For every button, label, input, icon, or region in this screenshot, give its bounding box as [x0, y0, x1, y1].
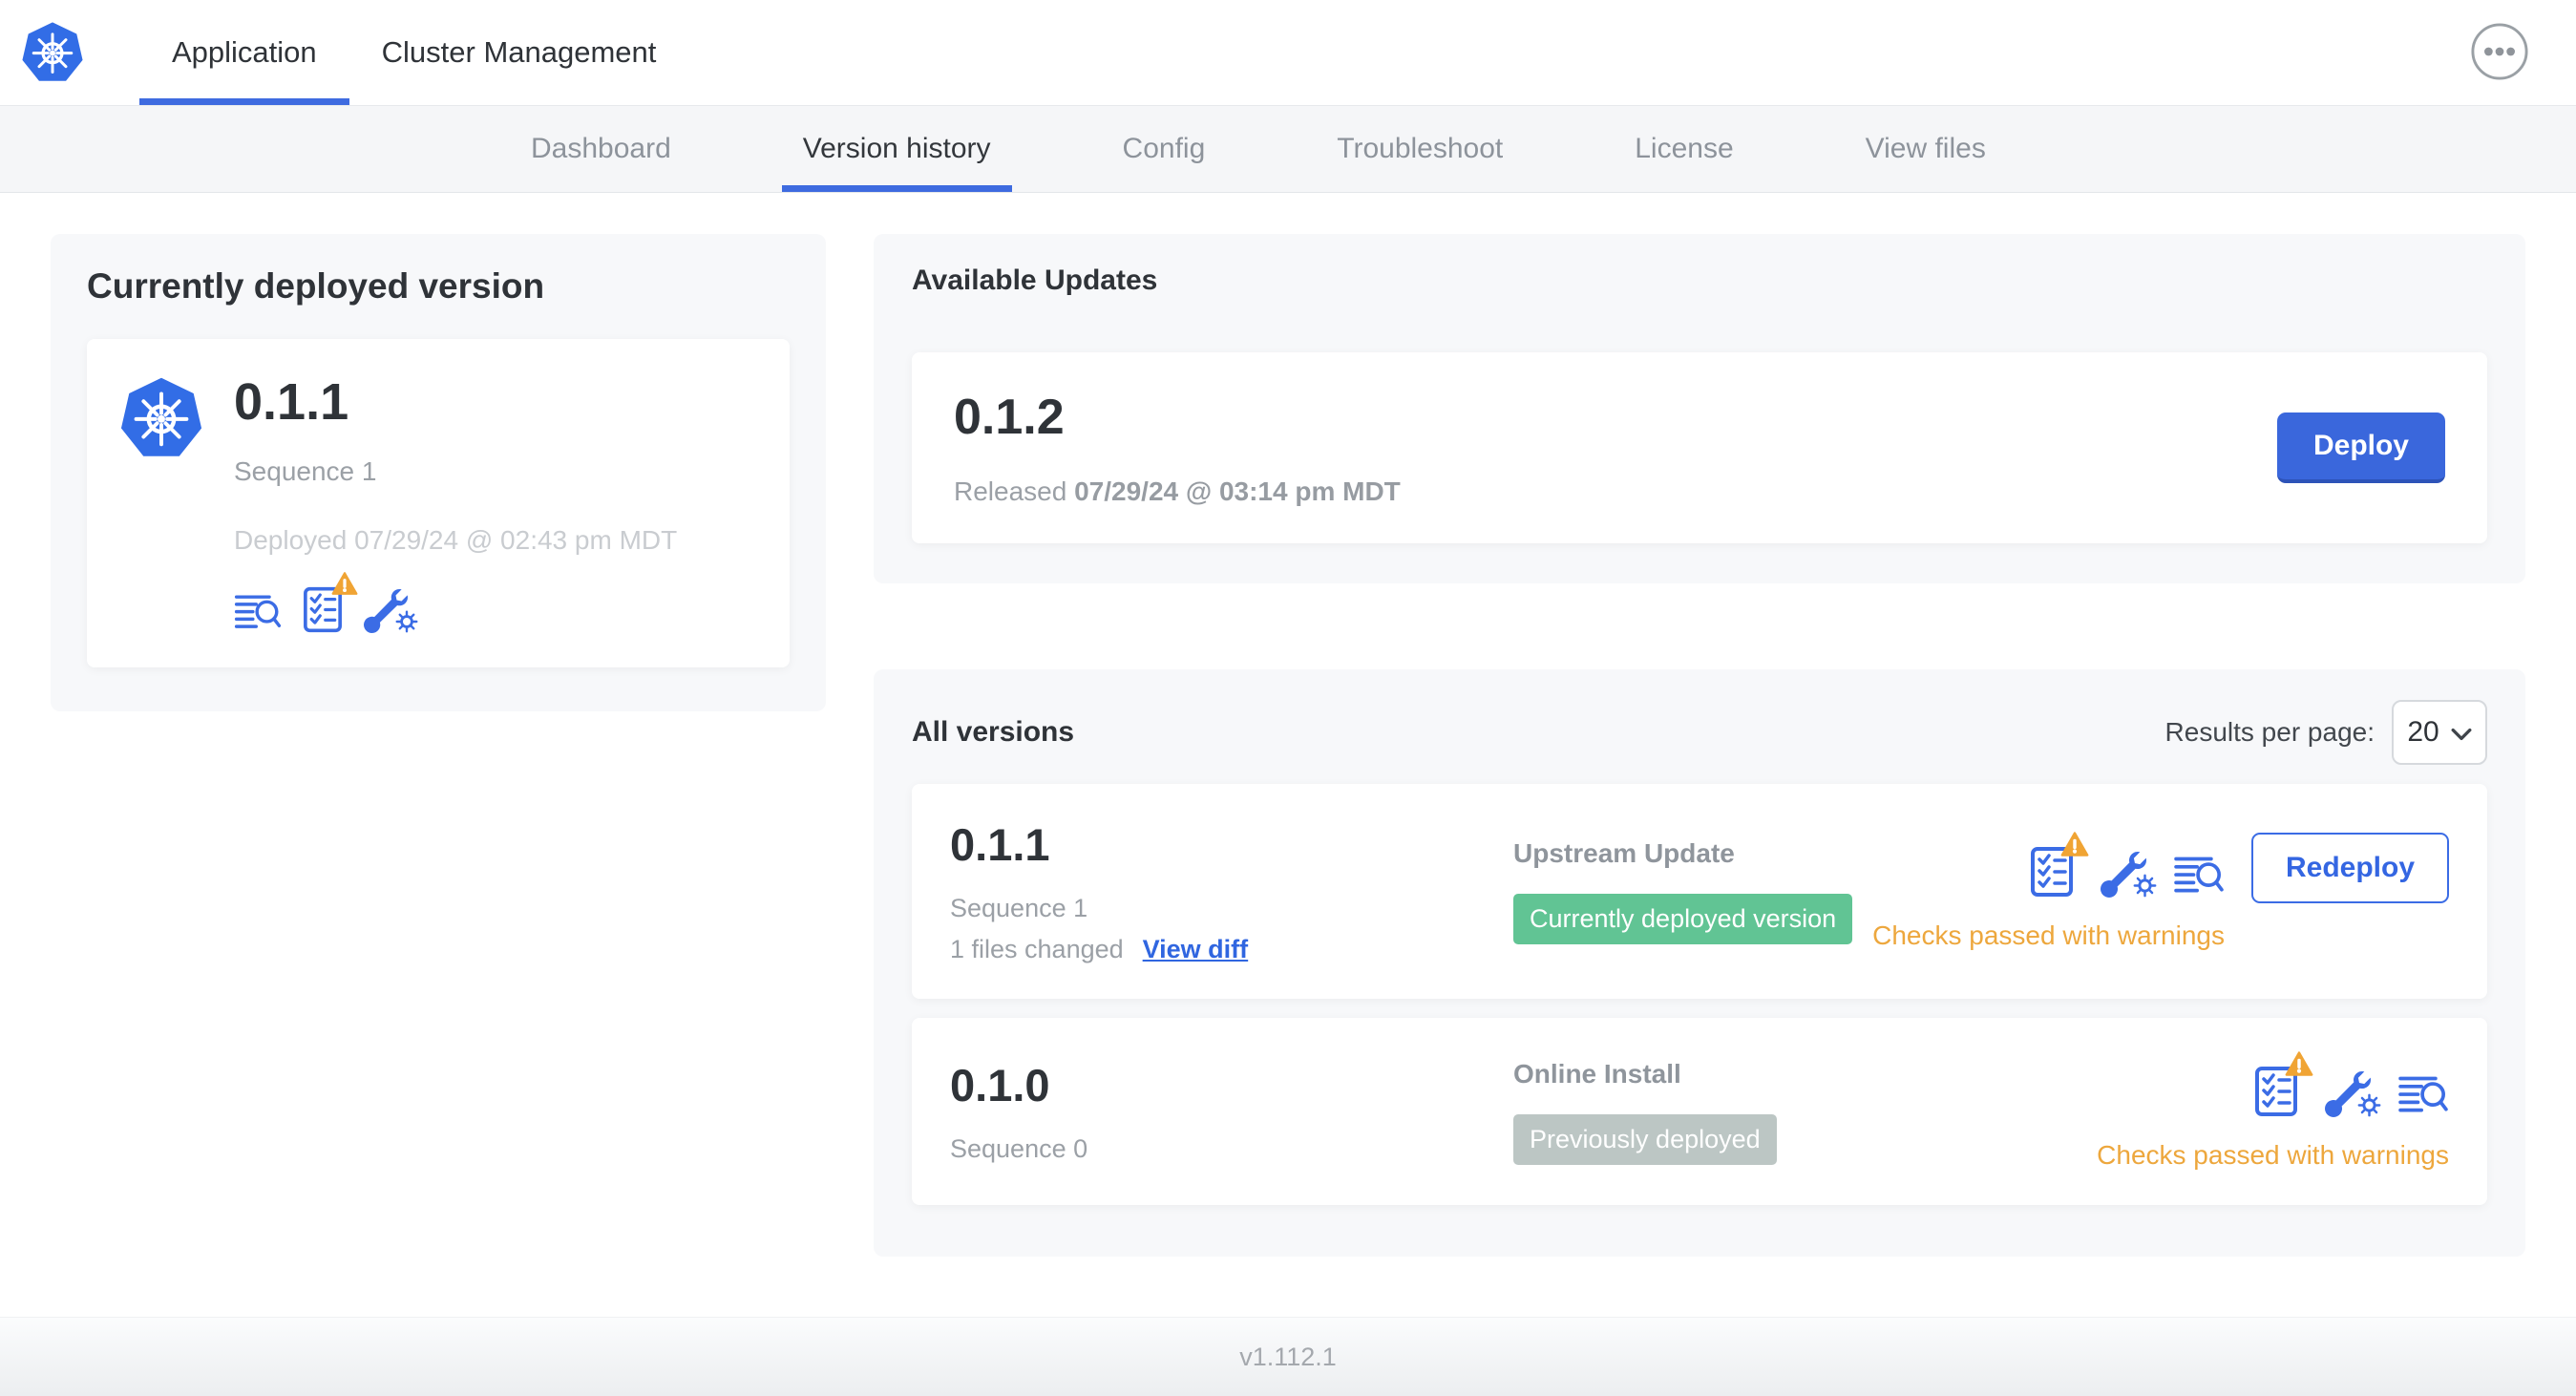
warning-triangle-icon [2285, 1050, 2313, 1082]
config-wrench-icon[interactable] [364, 588, 418, 633]
update-version-number: 0.1.2 [954, 390, 1065, 445]
update-released-timestamp: Released 07/29/24 @ 03:14 pm MDT [954, 476, 1401, 506]
checks-status-link[interactable]: Checks passed with warnings [2097, 1140, 2449, 1171]
version-source: Upstream Update [1513, 838, 1735, 868]
app-footer: v1.112.1 [0, 1317, 2576, 1396]
kubernetes-logo-icon[interactable] [21, 18, 84, 87]
all-versions-panel: All versions Results per page: 20 0.1.1 … [874, 669, 2525, 1257]
available-updates-panel: Available Updates 0.1.2 Released 07/29/2… [874, 234, 2525, 583]
results-per-page-label: Results per page: [2164, 717, 2375, 747]
version-row-left: 0.1.0 Sequence 0 [950, 1059, 1513, 1164]
version-row-actions: Checks passed with warnings [2097, 1051, 2449, 1171]
results-per-page: Results per page: 20 [2165, 700, 2487, 765]
gear-icon [2356, 1092, 2382, 1123]
more-menu-button[interactable] [2469, 22, 2530, 83]
version-row: 0.1.1 Sequence 1 1 files changed View di… [912, 784, 2487, 999]
app-header: Application Cluster Management [0, 0, 2576, 106]
gear-icon [2132, 873, 2158, 903]
update-info: 0.1.2 Released 07/29/24 @ 03:14 pm MDT [954, 389, 1401, 507]
file-search-icon[interactable] [234, 592, 282, 633]
deployed-version-card: 0.1.1 Sequence 1 Deployed 07/29/24 @ 02:… [87, 339, 790, 667]
status-badge: Currently deployed version [1513, 894, 1853, 944]
warning-triangle-icon [2060, 831, 2089, 862]
right-column: Available Updates 0.1.2 Released 07/29/2… [874, 234, 2525, 1257]
deployed-sequence: Sequence 1 [234, 455, 377, 486]
deployed-version-number: 0.1.1 [234, 373, 349, 431]
file-search-icon[interactable] [2397, 1073, 2449, 1117]
preflight-checklist-icon[interactable] [2254, 1051, 2313, 1117]
view-diff-link[interactable]: View diff [1143, 935, 1249, 964]
deployed-version-info: 0.1.1 Sequence 1 Deployed 07/29/24 @ 02:… [234, 370, 677, 633]
update-card: 0.1.2 Released 07/29/24 @ 03:14 pm MDT D… [912, 352, 2487, 543]
available-updates-title: Available Updates [912, 264, 1158, 296]
primary-nav: Application Cluster Management [139, 0, 688, 105]
version-sequence: Sequence 1 [950, 894, 1088, 922]
redeploy-button[interactable]: Redeploy [2250, 832, 2449, 903]
tab-license[interactable]: License [1631, 106, 1737, 192]
version-row-actions: Checks passed with warnings Redeploy [1872, 831, 2449, 951]
deployed-version-actions [234, 571, 677, 633]
tab-cluster-management-label: Cluster Management [381, 35, 657, 69]
all-versions-header: All versions Results per page: 20 [912, 700, 2487, 765]
version-source: Online Install [1513, 1058, 1681, 1089]
warning-triangle-icon [331, 571, 358, 601]
version-row-left: 0.1.1 Sequence 1 1 files changed View di… [950, 818, 1513, 964]
deploy-button[interactable]: Deploy [2276, 412, 2445, 483]
ellipsis-icon [2470, 22, 2529, 84]
app-subnav: Dashboard Version history Config Trouble… [0, 106, 2576, 193]
version-row-middle: Online Install Previously deployed [1513, 1059, 2097, 1165]
gear-icon [394, 609, 419, 639]
tab-config[interactable]: Config [1119, 106, 1210, 192]
config-wrench-icon[interactable] [2100, 851, 2157, 898]
version-row: 0.1.0 Sequence 0 Online Install Previous… [912, 1018, 2487, 1205]
version-sequence: Sequence 0 [950, 1134, 1088, 1163]
deployed-timestamp: Deployed 07/29/24 @ 02:43 pm MDT [234, 524, 678, 555]
file-search-icon[interactable] [2173, 854, 2225, 898]
current-version-panel: Currently deployed version 0.1.1 Sequenc… [51, 234, 826, 711]
checks-status-link[interactable]: Checks passed with warnings [1872, 920, 2225, 951]
tab-version-history[interactable]: Version history [781, 106, 1012, 192]
preflight-checklist-icon[interactable] [303, 571, 358, 633]
all-versions-title: All versions [912, 716, 1075, 748]
version-number: 0.1.0 [950, 1060, 1050, 1110]
main-content: Currently deployed version 0.1.1 Sequenc… [0, 193, 2576, 1257]
version-row-middle: Upstream Update Currently deployed versi… [1513, 838, 1872, 944]
kubernetes-app-icon [119, 373, 203, 463]
tab-troubleshoot[interactable]: Troubleshoot [1333, 106, 1507, 192]
tab-application[interactable]: Application [139, 0, 349, 105]
left-column: Currently deployed version 0.1.1 Sequenc… [51, 234, 826, 711]
console-version: v1.112.1 [1239, 1342, 1337, 1371]
current-version-title: Currently deployed version [87, 266, 545, 306]
status-badge: Previously deployed [1513, 1113, 1777, 1165]
tab-cluster-management[interactable]: Cluster Management [349, 0, 689, 105]
preflight-checklist-icon[interactable] [2030, 831, 2089, 898]
config-wrench-icon[interactable] [2325, 1071, 2381, 1117]
tab-view-files[interactable]: View files [1862, 106, 1990, 192]
tab-dashboard[interactable]: Dashboard [527, 106, 675, 192]
admin-console-page: Application Cluster Management Dashboard… [0, 0, 2576, 1396]
results-per-page-select[interactable]: 20 [2392, 700, 2487, 765]
tab-application-label: Application [172, 35, 317, 69]
files-changed: 1 files changed View diff [950, 935, 1249, 964]
chevron-down-icon [2451, 716, 2472, 749]
version-number: 0.1.1 [950, 819, 1050, 870]
